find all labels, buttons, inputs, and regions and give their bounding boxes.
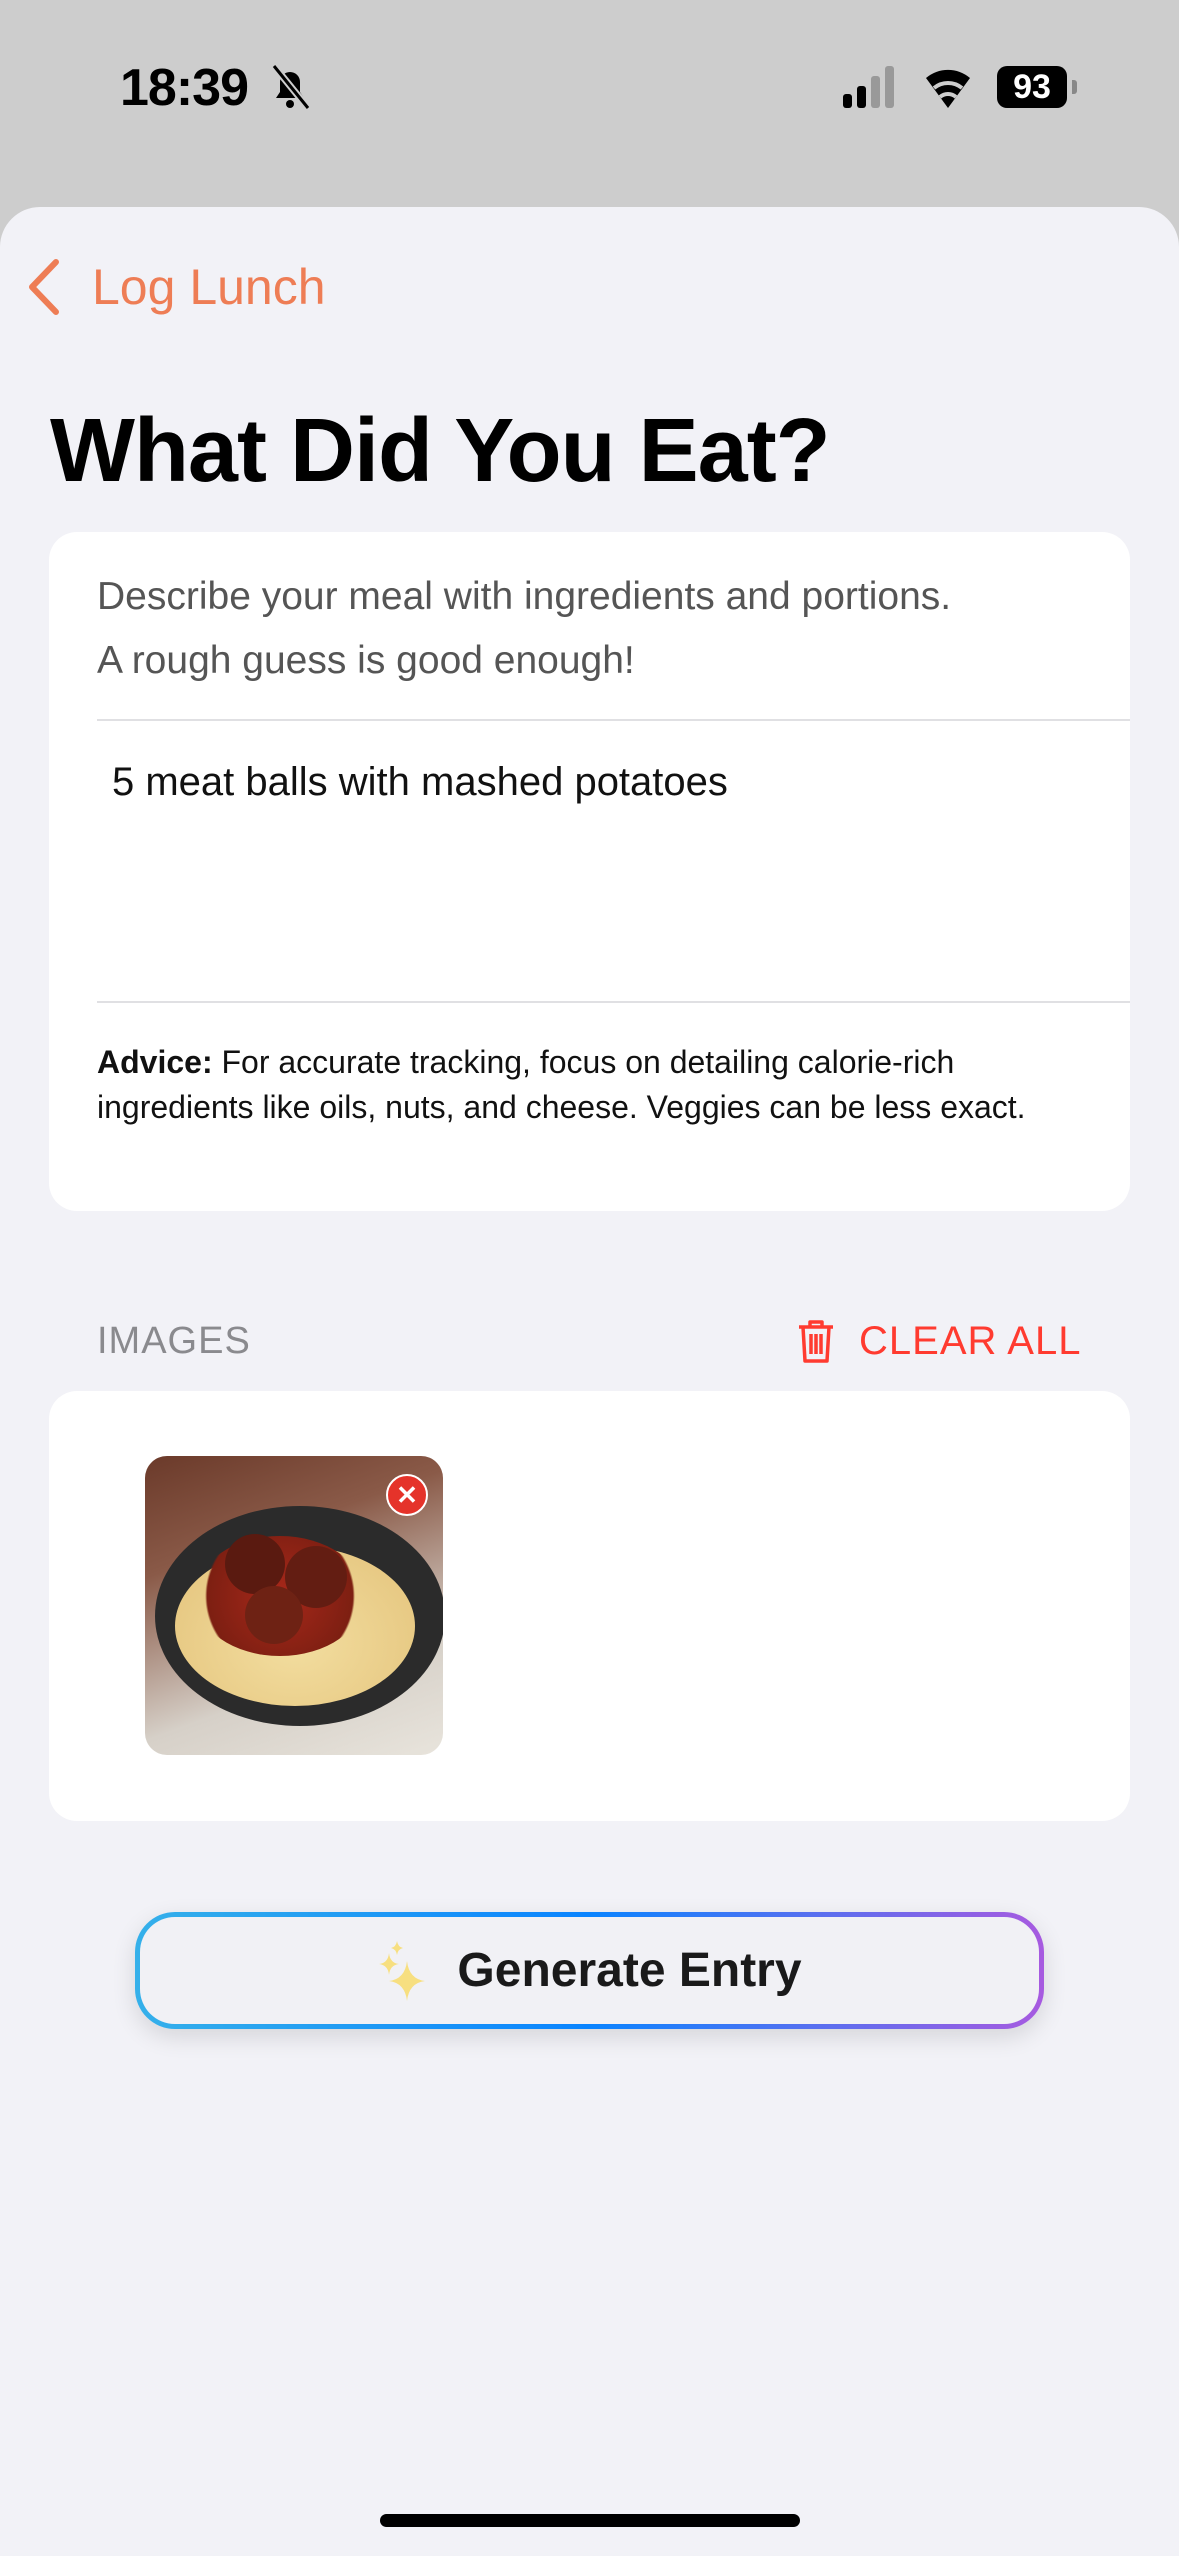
advice-text: Advice: For accurate tracking, focus on … [97,1040,1097,1130]
home-indicator[interactable] [380,2514,800,2527]
x-circle-icon[interactable]: ✕ [386,1474,428,1516]
generate-entry-button[interactable]: Generate Entry [135,1912,1044,2029]
battery-indicator: 93 [997,66,1067,108]
page-title: What Did You Eat? [50,401,831,501]
divider [97,1001,1130,1003]
advice-label: Advice: [97,1044,213,1080]
back-button[interactable]: Log Lunch [24,258,326,316]
back-label: Log Lunch [92,259,326,315]
divider [97,719,1130,721]
clear-all-button[interactable]: CLEAR ALL [795,1318,1081,1364]
meal-input[interactable]: 5 meat balls with mashed potatoes [112,760,1112,1000]
clear-all-label: CLEAR ALL [859,1318,1082,1363]
sparkles-icon [379,1940,426,2001]
description-line: Describe your meal with ingredients and … [97,575,952,618]
bell-slash-icon [271,63,311,110]
generate-entry-label: Generate Entry [457,1944,802,1997]
description-text: Describe your meal with ingredients and … [97,565,951,693]
status-time: 18:39 [120,59,249,117]
meatball [245,1586,303,1644]
description-line: A rough guess is good enough! [97,639,635,682]
wifi-icon [926,69,970,108]
chevron-left-icon [29,259,59,315]
images-section-label: IMAGES [97,1320,251,1362]
signal-icon [843,66,894,108]
trash-icon [799,1320,833,1363]
meatball [225,1534,285,1594]
battery-cap [1072,80,1077,94]
advice-body: For accurate tracking, focus on detailin… [97,1044,1026,1125]
